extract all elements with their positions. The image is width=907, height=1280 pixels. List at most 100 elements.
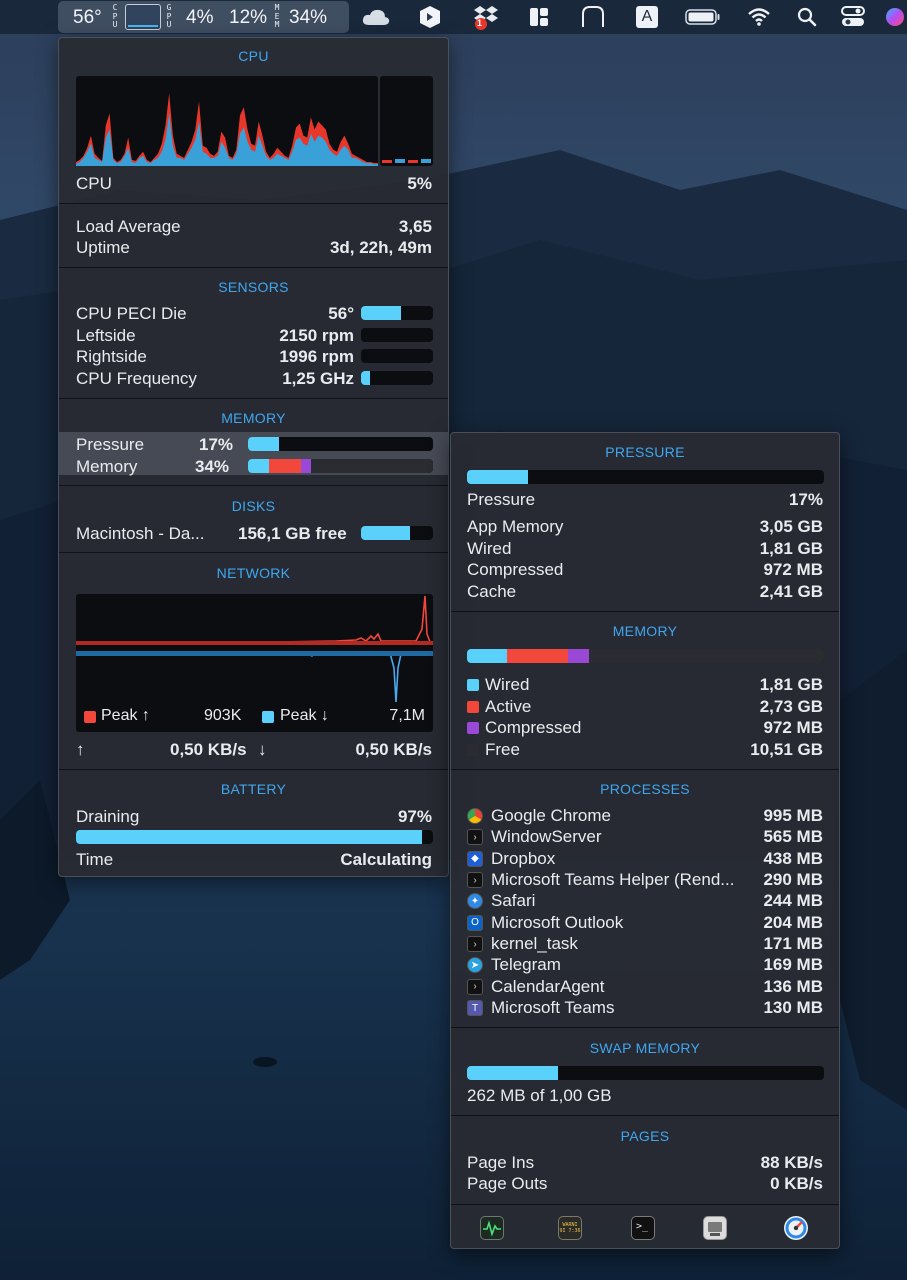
menubar-mem-percent: 34% <box>289 7 328 28</box>
swap-bar <box>467 1066 824 1080</box>
sensor-bar <box>361 349 433 363</box>
process-memory: 565 MB <box>763 827 823 847</box>
memory-detail-title: MEMORY <box>612 623 678 639</box>
process-memory: 995 MB <box>763 806 823 825</box>
process-name: Microsoft Teams <box>491 998 615 1018</box>
process-memory: 136 MB <box>763 976 823 996</box>
memory-row-label: Wired <box>485 675 530 694</box>
pages-section-title: PAGES <box>620 1128 670 1144</box>
battery-bar <box>76 830 433 844</box>
cpu-core-bar <box>421 159 431 163</box>
outlook-icon: O <box>467 914 483 931</box>
battery-section-title: BATTERY <box>220 781 287 797</box>
upload-rate: 0,50 KB/s <box>170 740 247 759</box>
dropbox-icon: ◆ <box>467 850 483 867</box>
pressure-row-value: 2,41 GB <box>759 581 823 601</box>
divider <box>59 267 448 268</box>
memory-row-value: 972 MB <box>763 718 823 737</box>
terminal-icon[interactable]: >_ <box>631 1216 655 1240</box>
page-ins-label: Page Ins <box>467 1153 535 1172</box>
dropzone-icon[interactable] <box>418 4 442 30</box>
memory-segment-active <box>268 459 301 473</box>
istat-dropdown-panel: CPU CPU 5% Load Average 3,65 Uptime 3d, … <box>58 37 449 877</box>
wifi-icon[interactable] <box>746 4 772 30</box>
battery-status: Draining <box>76 807 140 826</box>
memory-segment-free <box>589 649 824 663</box>
divider <box>451 1115 839 1116</box>
pressure-row-value: 1,81 GB <box>759 538 823 558</box>
pressure-detail-label: Pressure <box>467 490 536 509</box>
memory-legend-swatch <box>467 679 479 691</box>
spotlight-search-icon[interactable] <box>796 4 818 30</box>
dropbox-badge: 1 <box>477 18 483 28</box>
sensor-bar-fill <box>361 306 401 320</box>
memory-composition-bar <box>467 649 824 663</box>
pressure-label: Pressure <box>76 435 145 454</box>
pressure-bar-fill <box>248 437 280 451</box>
sensor-value: 56° <box>328 304 354 323</box>
control-center-icon[interactable] <box>840 4 866 30</box>
sensor-bar <box>361 306 433 320</box>
system-information-icon[interactable] <box>703 1216 727 1240</box>
disk-usage-bar <box>361 526 433 540</box>
process-memory: 130 MB <box>763 998 823 1018</box>
upload-arrow-icon: ↑ <box>76 740 85 759</box>
istat-menus-icon[interactable] <box>784 1216 808 1240</box>
pressure-row-label: Cache <box>467 581 517 601</box>
pressure-row-label: App Memory <box>467 517 564 536</box>
siri-icon[interactable] <box>884 4 906 30</box>
dock-tab-icon[interactable] <box>580 4 606 30</box>
memory-legend-swatch <box>467 722 479 734</box>
disk-name: Macintosh - Da... <box>76 524 205 543</box>
divider <box>59 203 448 204</box>
memory-segment-wired <box>248 459 269 473</box>
processes-section-title: PROCESSES <box>600 781 690 797</box>
divider <box>59 769 448 770</box>
process-name: WindowServer <box>491 827 602 847</box>
dropbox-icon[interactable]: 1 <box>472 4 500 30</box>
activity-monitor-icon[interactable] <box>480 1216 504 1240</box>
network-section-title: NETWORK <box>216 565 291 581</box>
process-name: Safari <box>491 891 536 911</box>
page-ins-value: 88 KB/s <box>760 1153 823 1172</box>
memory-row-value: 10,51 GB <box>750 739 823 759</box>
peak-down-legend-swatch <box>262 711 274 723</box>
rectangle-layout-icon[interactable] <box>528 4 550 30</box>
sensor-value: 2150 rpm <box>279 325 354 345</box>
uptime-value: 3d, 22h, 49m <box>329 238 432 257</box>
divider <box>451 611 839 612</box>
memory-segment-compressed <box>568 649 590 663</box>
divider <box>59 398 448 399</box>
load-average-value: 3,65 <box>398 217 432 236</box>
console-icon[interactable]: WARNI 9I 7:36 <box>558 1216 582 1240</box>
telegram-icon: ➤ <box>467 957 483 974</box>
peak-up-legend-swatch <box>84 711 96 723</box>
process-memory: 290 MB <box>763 870 823 890</box>
battery-icon[interactable] <box>684 4 722 30</box>
process-memory: 169 MB <box>763 955 823 975</box>
process-name: CalendarAgent <box>491 976 605 996</box>
peak-down-label: Peak ↓ <box>280 707 329 724</box>
memory-row-label: Active <box>485 696 532 716</box>
page-outs-label: Page Outs <box>467 1174 548 1193</box>
battery-time-value: Calculating <box>340 850 432 869</box>
divider <box>451 1204 839 1205</box>
cpu-value: 5% <box>407 174 432 193</box>
peak-up-value: 903K <box>204 707 242 724</box>
memory-segment-active <box>507 649 569 663</box>
cloud-icon[interactable] <box>360 4 392 30</box>
cpu-section-title: CPU <box>238 48 269 64</box>
process-memory: 171 MB <box>763 934 823 954</box>
battery-percent: 97% <box>397 807 432 826</box>
divider <box>451 1027 839 1028</box>
memory-segment-free <box>311 459 433 473</box>
pressure-section-title: PRESSURE <box>605 444 685 460</box>
process-name: Dropbox <box>491 848 556 868</box>
exec-icon: › <box>467 978 483 995</box>
process-name: Telegram <box>491 955 561 975</box>
swap-bar-fill <box>467 1066 559 1080</box>
disks-section-title: DISKS <box>231 498 276 514</box>
input-source-icon[interactable]: A <box>635 4 659 30</box>
teams-icon: T <box>467 1000 483 1017</box>
divider <box>451 769 839 770</box>
